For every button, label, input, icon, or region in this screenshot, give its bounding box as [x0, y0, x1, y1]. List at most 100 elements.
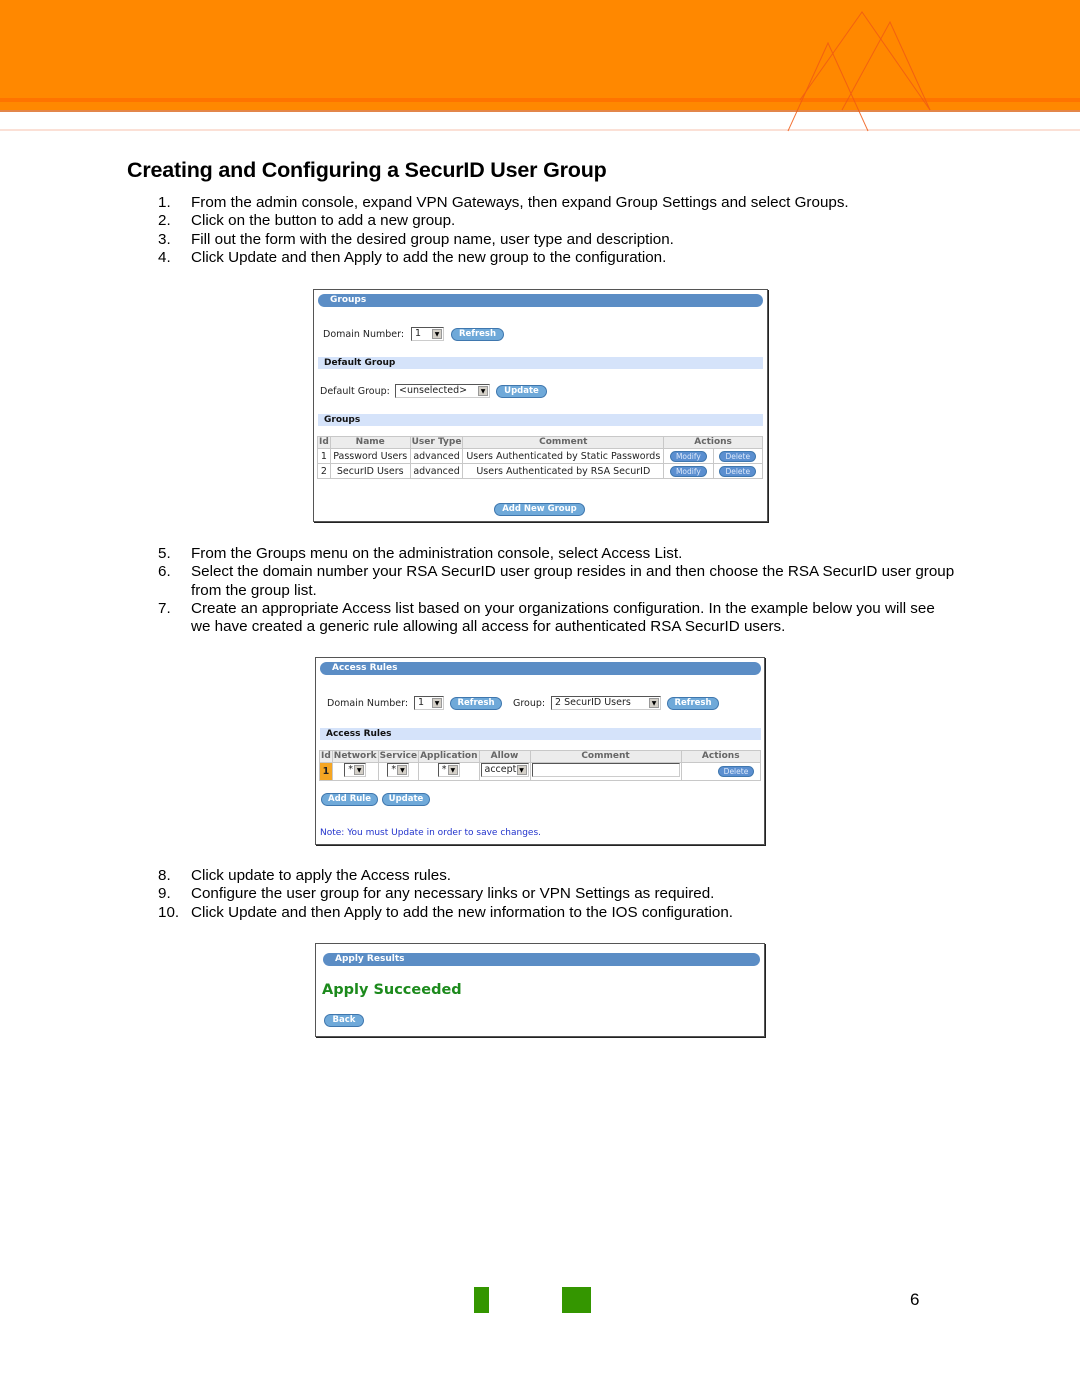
- delete-button[interactable]: Delete: [719, 450, 757, 462]
- step-number: 10.: [158, 903, 180, 921]
- group-user-type: advanced: [409, 463, 464, 479]
- network-value: *: [348, 764, 353, 775]
- step-number: 1.: [158, 194, 171, 211]
- service-cell: * ▼: [377, 762, 420, 781]
- service-select[interactable]: * ▼: [387, 763, 410, 777]
- refresh-button[interactable]: Refresh: [451, 328, 504, 341]
- groups-section: Groups: [318, 414, 763, 426]
- allow-cell: accept ▼: [478, 762, 531, 781]
- domain-number-select[interactable]: 1 ▼: [414, 696, 444, 710]
- domain-number-label: Domain Number:: [327, 698, 409, 709]
- table-header-row: Id Network Service Application Allow Com…: [319, 750, 761, 763]
- modify-button[interactable]: Modify: [669, 450, 707, 462]
- step-text: Click on the button to add a new group.: [191, 212, 456, 230]
- table-row: 1 * ▼ * ▼ * ▼ accept ▼ Delete: [319, 762, 761, 781]
- apply-succeeded-message: Apply Succeeded: [322, 982, 462, 998]
- apply-results-panel: Apply Results Apply Succeeded Back: [315, 943, 765, 1037]
- refresh-group-button[interactable]: Refresh: [667, 697, 719, 710]
- chevron-down-icon[interactable]: ▼: [432, 698, 442, 708]
- group-comment: Users Authenticated by RSA SecurID: [462, 463, 665, 479]
- column-header: Application: [418, 750, 480, 763]
- add-rule-button[interactable]: Add Rule: [321, 793, 378, 806]
- table-row: 1 Password Users advanced Users Authenti…: [317, 448, 764, 464]
- step-number: 7.: [158, 599, 171, 617]
- groups-table: Id Name User Type Comment Actions 1 Pass…: [317, 436, 764, 479]
- step-item: 10. Click Update and then Apply to add th…: [158, 904, 958, 922]
- domain-number-label: Domain Number:: [323, 329, 405, 340]
- default-group-label: Default Group:: [320, 386, 390, 397]
- comment-cell: [529, 762, 682, 781]
- domain-number-value: 1: [415, 328, 422, 339]
- step-number: 3.: [158, 230, 171, 248]
- step-text: Fill out the form with the desired group…: [191, 230, 674, 248]
- chevron-down-icon[interactable]: ▼: [649, 698, 659, 708]
- steps-list-a: 1. From the admin console, expand VPN Gat…: [158, 194, 958, 267]
- modify-cell: Modify: [663, 463, 714, 479]
- refresh-button[interactable]: Refresh: [450, 697, 502, 710]
- step-item: 6. Select the domain number your RSA Secu…: [158, 563, 958, 600]
- delete-button[interactable]: Delete: [718, 766, 754, 777]
- update-button[interactable]: Update: [382, 793, 430, 806]
- group-comment: Users Authenticated by Static Passwords: [462, 448, 665, 464]
- column-header: Id: [319, 750, 333, 763]
- allow-select[interactable]: accept ▼: [480, 763, 529, 777]
- network-select[interactable]: * ▼: [344, 763, 367, 777]
- domain-number-value: 1: [418, 697, 425, 708]
- step-item: 4. Click Update and then Apply to add the…: [158, 249, 958, 267]
- apply-results-title: Apply Results: [323, 953, 760, 966]
- table-row: 2 SecurID Users advanced Users Authentic…: [317, 463, 764, 479]
- column-header: Service: [377, 750, 420, 763]
- save-note: Note: You must Update in order to save c…: [320, 828, 541, 838]
- modify-button[interactable]: Modify: [669, 465, 707, 477]
- update-button[interactable]: Update: [496, 385, 547, 398]
- step-text: Select the domain number your RSA SecurI…: [191, 563, 955, 599]
- add-new-group-button[interactable]: Add New Group: [494, 503, 585, 516]
- steps-list-c: 8. Click update to apply the Access rules…: [158, 867, 958, 922]
- comment-input[interactable]: [531, 763, 680, 777]
- access-rules-table: Id Network Service Application Allow Com…: [319, 750, 761, 781]
- table-header-row: Id Name User Type Comment Actions: [317, 436, 763, 449]
- column-header: Network: [331, 750, 379, 763]
- allow-value: accept: [484, 764, 517, 775]
- access-rules-panel-title: Access Rules: [320, 662, 761, 675]
- step-text: Create an appropriate Access list based …: [191, 599, 935, 636]
- page-number: 6: [910, 1290, 920, 1309]
- application-select[interactable]: * ▼: [437, 763, 460, 777]
- chevron-down-icon[interactable]: ▼: [447, 765, 458, 775]
- default-group-select[interactable]: <unselected> ▼: [395, 384, 490, 398]
- footer-logo-bar: [474, 1287, 489, 1313]
- step-text: Click update to apply the Access rules.: [191, 867, 452, 884]
- footer-logo-square: [562, 1287, 591, 1313]
- mountain-logo-icon: [787, 11, 931, 132]
- chevron-down-icon[interactable]: ▼: [432, 329, 442, 339]
- group-label: Group:: [513, 698, 546, 709]
- chevron-down-icon[interactable]: ▼: [478, 386, 488, 396]
- step-number: 5.: [158, 545, 171, 562]
- step-item: 3. Fill out the form with the desired gro…: [158, 231, 958, 249]
- back-button[interactable]: Back: [324, 1014, 364, 1027]
- step-item: 8. Click update to apply the Access rules…: [158, 867, 958, 885]
- chevron-down-icon[interactable]: ▼: [397, 765, 408, 775]
- column-header: Actions: [680, 750, 761, 763]
- rule-id: 1: [319, 762, 333, 781]
- step-text: From the Groups menu on the administrati…: [191, 545, 683, 562]
- group-select[interactable]: 2 SecurID Users ▼: [551, 696, 661, 710]
- step-text: Configure the user group for any necessa…: [191, 885, 715, 903]
- column-header: Allow: [478, 750, 531, 763]
- delete-button[interactable]: Delete: [719, 465, 757, 477]
- application-cell: * ▼: [418, 762, 480, 781]
- delete-cell: Delete: [712, 448, 764, 464]
- group-name: Password Users: [329, 448, 411, 464]
- chevron-down-icon[interactable]: ▼: [354, 765, 365, 775]
- modify-cell: Modify: [663, 448, 714, 464]
- column-header: Id: [317, 436, 331, 449]
- chevron-down-icon[interactable]: ▼: [516, 765, 527, 775]
- group-id: 1: [317, 448, 331, 464]
- step-item: 5. From the Groups menu on the administra…: [158, 545, 958, 563]
- step-number: 8.: [158, 867, 171, 884]
- domain-number-select[interactable]: 1 ▼: [411, 327, 444, 341]
- access-rules-section: Access Rules: [320, 728, 761, 740]
- step-number: 2.: [158, 212, 171, 230]
- step-number: 6.: [158, 563, 171, 581]
- group-id: 2: [317, 463, 331, 479]
